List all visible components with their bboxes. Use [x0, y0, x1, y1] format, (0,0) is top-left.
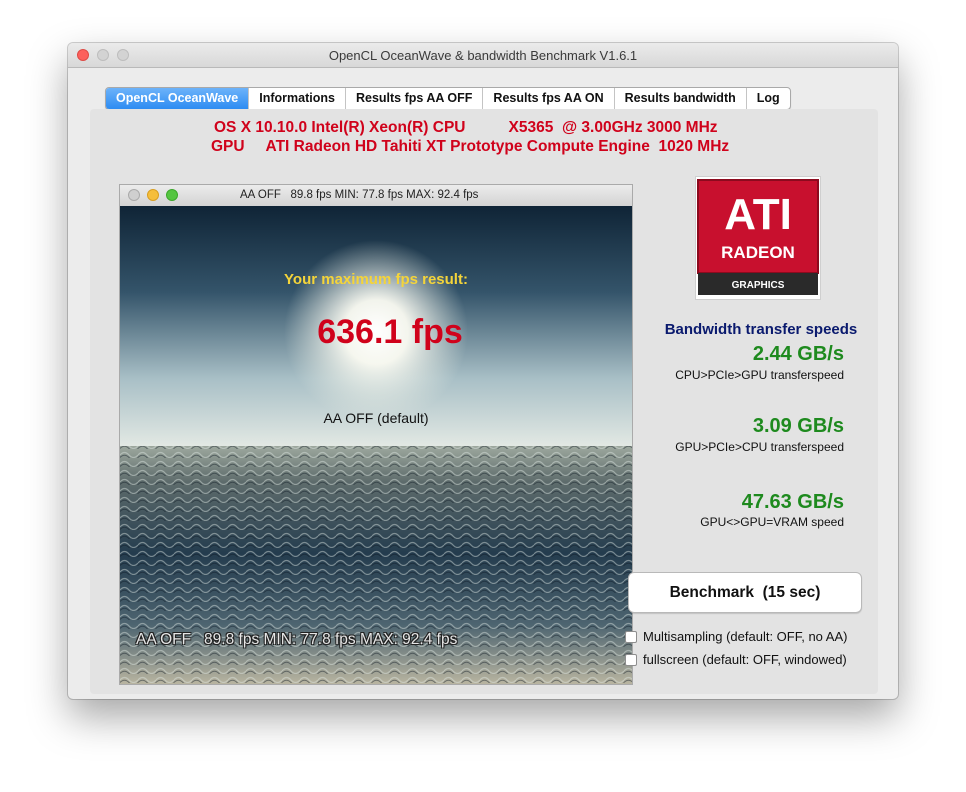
render-window-title: AA OFF 89.8 fps MIN: 77.8 fps MAX: 92.4 …: [240, 189, 479, 201]
max-fps-value: 636.1 fps: [317, 313, 463, 351]
cpu-info: OS X 10.10.0 Intel(R) Xeon(R) CPU X5365 …: [214, 119, 718, 136]
fullscreen-label: fullscreen (default: OFF, windowed): [643, 652, 847, 667]
gpu-to-cpu-label: GPU>PCIe>CPU transferspeed: [675, 440, 844, 454]
vram-speed-label: GPU<>GPU=VRAM speed: [700, 515, 844, 529]
multisampling-checkbox[interactable]: [625, 631, 637, 643]
benchmark-button[interactable]: Benchmark (15 sec): [628, 572, 862, 613]
tab-content-panel: OS X 10.10.0 Intel(R) Xeon(R) CPU X5365 …: [90, 109, 878, 694]
title-bar: OpenCL OceanWave & bandwidth Benchmark V…: [68, 43, 898, 68]
fullscreen-checkbox[interactable]: [625, 654, 637, 666]
max-fps-label: Your maximum fps result:: [284, 271, 468, 288]
render-close-button[interactable]: [128, 189, 140, 201]
gpu-to-cpu-value: 3.09 GB/s: [752, 415, 844, 437]
aa-mode-label: AA OFF (default): [323, 410, 429, 426]
render-minimize-button[interactable]: [147, 189, 159, 201]
multisampling-label: Multisampling (default: OFF, no AA): [643, 629, 848, 644]
multisampling-option[interactable]: Multisampling (default: OFF, no AA): [625, 629, 847, 644]
window-title: OpenCL OceanWave & bandwidth Benchmark V…: [328, 48, 638, 63]
tab-opencl-oceanwave[interactable]: OpenCL OceanWave: [106, 88, 249, 109]
logo-sub-text: GRAPHICS: [732, 280, 785, 291]
render-window-title-bar: AA OFF 89.8 fps MIN: 77.8 fps MAX: 92.4 …: [120, 185, 632, 207]
logo-brand-text: ATI: [724, 190, 792, 239]
cpu-to-gpu-value: 2.44 GB/s: [752, 343, 844, 365]
vram-speed-value: 47.63 GB/s: [741, 491, 844, 513]
fullscreen-option[interactable]: fullscreen (default: OFF, windowed): [625, 652, 847, 667]
app-window: OpenCL OceanWave & bandwidth Benchmark V…: [68, 43, 898, 699]
tab-informations[interactable]: Informations: [248, 88, 345, 109]
tab-results-bandwidth[interactable]: Results bandwidth: [613, 88, 746, 109]
tab-log[interactable]: Log: [745, 88, 790, 109]
render-window: AA OFF 89.8 fps MIN: 77.8 fps MAX: 92.4 …: [120, 185, 632, 684]
tab-bar: OpenCL OceanWave Informations Results fp…: [105, 87, 791, 110]
tab-results-fps-aa-on[interactable]: Results fps AA ON: [482, 88, 613, 109]
gpu-info: GPU ATI Radeon HD Tahiti XT Prototype Co…: [211, 138, 730, 155]
ati-radeon-logo: ATI RADEON GRAPHICS: [696, 177, 820, 299]
fps-status-overlay: AA OFF 89.8 fps MIN: 77.8 fps MAX: 92.4 …: [136, 631, 458, 648]
cpu-to-gpu-label: CPU>PCIe>GPU transferspeed: [675, 368, 844, 382]
logo-product-text: RADEON: [721, 243, 795, 262]
render-zoom-button[interactable]: [166, 189, 178, 201]
tab-results-fps-aa-off[interactable]: Results fps AA OFF: [344, 88, 482, 109]
bandwidth-title: Bandwidth transfer speeds: [664, 321, 858, 338]
